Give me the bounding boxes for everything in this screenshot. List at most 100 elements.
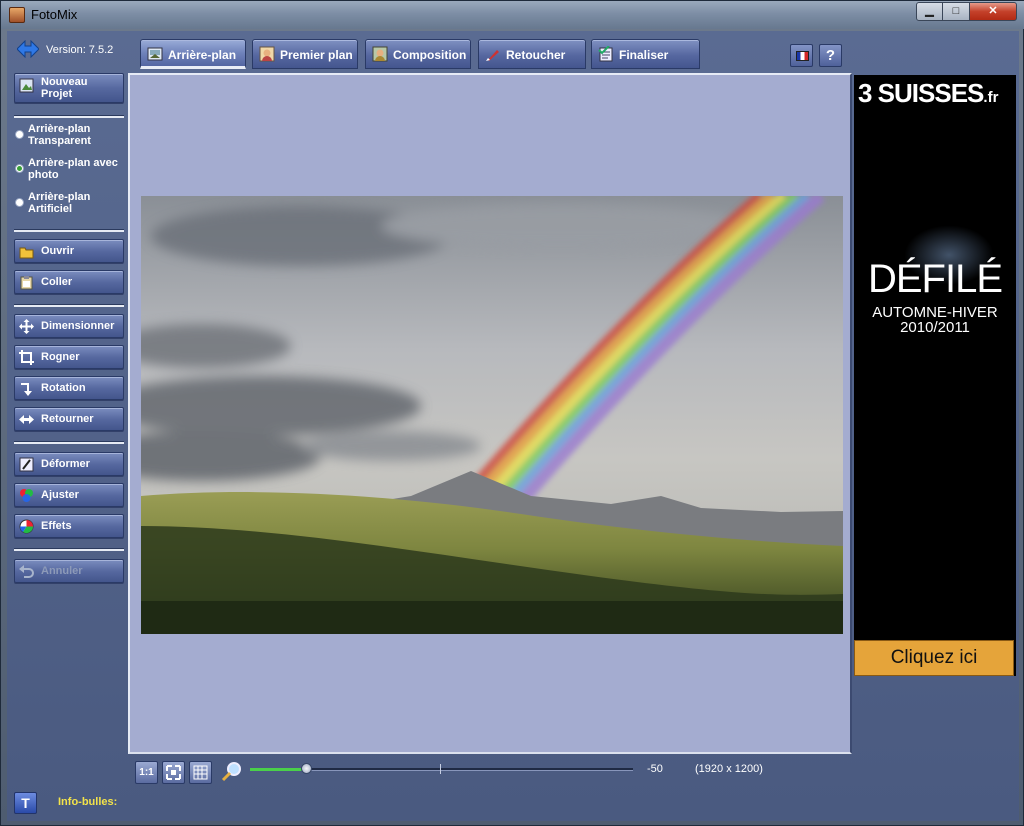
rotate-label: Rotation [41, 382, 86, 394]
separator [14, 304, 124, 307]
magnifier-icon [221, 762, 241, 782]
ad-logo-suffix: .fr [983, 89, 999, 106]
resize-label: Dimensionner [41, 320, 115, 332]
help-button[interactable]: ? [819, 44, 842, 67]
crop-button[interactable]: Rogner [14, 345, 124, 369]
radio-artificial-background[interactable]: Arrière-plan Artificiel [15, 191, 125, 219]
separator [14, 229, 124, 232]
window-title: FotoMix [31, 7, 78, 22]
zoom-slider-thumb[interactable] [301, 763, 312, 774]
title-bar: FotoMix ▁ □ ✕ [1, 1, 1024, 29]
color-wheel-icon [20, 489, 33, 502]
new-project-button[interactable]: Nouveau Projet [14, 73, 124, 103]
new-project-label: Nouveau Projet [41, 76, 88, 100]
tab-finalize-label: Finaliser [619, 48, 669, 62]
tab-retouch-label: Retoucher [506, 48, 566, 62]
adjust-button[interactable]: Ajuster [14, 483, 124, 507]
tooltips-toggle-button[interactable]: T [14, 792, 37, 814]
flip-button[interactable]: Retourner [14, 407, 124, 431]
tab-foreground[interactable]: Premier plan [252, 39, 358, 69]
undo-label: Annuler [41, 565, 83, 577]
rotate-arrow-icon [21, 383, 32, 396]
background-photo[interactable] [141, 196, 843, 634]
radio-label-photo: Arrière-plan avec photo [28, 157, 118, 181]
adjust-label: Ajuster [41, 489, 79, 501]
finalize-checklist-icon [598, 46, 613, 62]
fit-window-icon [166, 765, 181, 780]
undo-button[interactable]: Annuler [14, 559, 124, 583]
maximize-button[interactable]: □ [942, 2, 970, 21]
actual-size-button[interactable]: 1:1 [135, 761, 158, 784]
paste-button[interactable]: Coller [14, 270, 124, 294]
app-window: FotoMix ▁ □ ✕ Version: 7.5.2 Nouveau Pro… [0, 0, 1024, 826]
radio-transparent-background[interactable]: Arrière-plan Transparent [15, 123, 125, 151]
zoom-slider-center-tick [440, 764, 441, 774]
open-label: Ouvrir [41, 245, 75, 257]
radio-dot-photo[interactable] [15, 164, 24, 173]
ad-logo-main: 3 SUISSES [858, 78, 984, 108]
tab-retouch[interactable]: Retoucher [478, 39, 586, 69]
undo-arrow-icon [19, 565, 34, 578]
paste-label: Coller [41, 276, 73, 288]
separator [14, 548, 124, 551]
arrows-logo-icon [17, 40, 39, 58]
tab-composition-label: Composition [393, 48, 467, 62]
french-flag-icon [796, 51, 809, 61]
folder-icon [19, 247, 34, 259]
radio-label-transparent: Arrière-plan Transparent [28, 123, 91, 147]
zoom-value: -50 [647, 763, 663, 775]
flip-arrows-icon [19, 415, 34, 424]
image-canvas[interactable] [128, 73, 852, 754]
portrait-icon [259, 46, 275, 62]
zoom-slider[interactable] [250, 763, 633, 774]
app-client-area: Version: 7.5.2 Nouveau Projet Arrière-pl… [7, 31, 1019, 821]
tab-composition[interactable]: Composition [365, 39, 471, 69]
grid-icon [193, 765, 208, 780]
image-dimensions: (1920 x 1200) [695, 763, 763, 775]
ad-cta-button[interactable]: Cliquez ici [854, 640, 1014, 676]
tab-background-label: Arrière-plan [168, 48, 237, 62]
language-button[interactable] [790, 44, 813, 67]
rotate-button[interactable]: Rotation [14, 376, 124, 400]
rainbow-landscape-image [141, 196, 843, 634]
deform-button[interactable]: Déformer [14, 452, 124, 476]
version-label: Version: 7.5.2 [46, 44, 114, 56]
separator [14, 441, 124, 444]
radio-label-artificial: Arrière-plan Artificiel [28, 191, 91, 215]
effects-label: Effets [41, 520, 72, 532]
background-landscape-icon [147, 47, 163, 61]
crop-label: Rogner [41, 351, 80, 363]
ad-headline: DÉFILÉ [867, 257, 1003, 301]
ad-logo: 3 SUISSES.fr [858, 78, 998, 109]
tab-finalize[interactable]: Finaliser [591, 39, 700, 69]
fit-to-window-button[interactable] [162, 761, 185, 784]
open-button[interactable]: Ouvrir [14, 239, 124, 263]
minimize-button[interactable]: ▁ [916, 2, 943, 21]
help-icon: ? [825, 47, 836, 64]
ad-subtitle: AUTOMNE-HIVER 2010/2011 [854, 305, 1016, 335]
move-arrows-icon [19, 319, 34, 334]
clipboard-icon [20, 276, 33, 290]
close-button[interactable]: ✕ [969, 2, 1017, 21]
tab-background[interactable]: Arrière-plan [140, 39, 246, 69]
separator [14, 115, 124, 118]
brush-icon [486, 50, 499, 61]
deform-label: Déformer [41, 458, 90, 470]
app-icon [9, 7, 25, 23]
radio-photo-background[interactable]: Arrière-plan avec photo [15, 157, 125, 185]
flip-label: Retourner [41, 413, 94, 425]
tab-foreground-label: Premier plan [280, 48, 353, 62]
effects-button[interactable]: Effets [14, 514, 124, 538]
crop-icon [19, 350, 34, 365]
radio-dot-artificial[interactable] [15, 198, 24, 207]
new-project-icon [19, 78, 34, 93]
grid-toggle-button[interactable] [189, 761, 212, 784]
resize-button[interactable]: Dimensionner [14, 314, 124, 338]
advertisement-banner[interactable]: 3 SUISSES.fr DÉFILÉ AUTOMNE-HIVER 2010/2… [854, 75, 1016, 676]
composition-icon [372, 46, 388, 62]
deform-brush-icon [19, 457, 34, 472]
tooltips-label: Info-bulles: [58, 796, 118, 808]
effects-pie-icon [19, 519, 34, 534]
ad-subtitle-line1: AUTOMNE-HIVER [872, 304, 998, 321]
radio-dot-transparent[interactable] [15, 130, 24, 139]
